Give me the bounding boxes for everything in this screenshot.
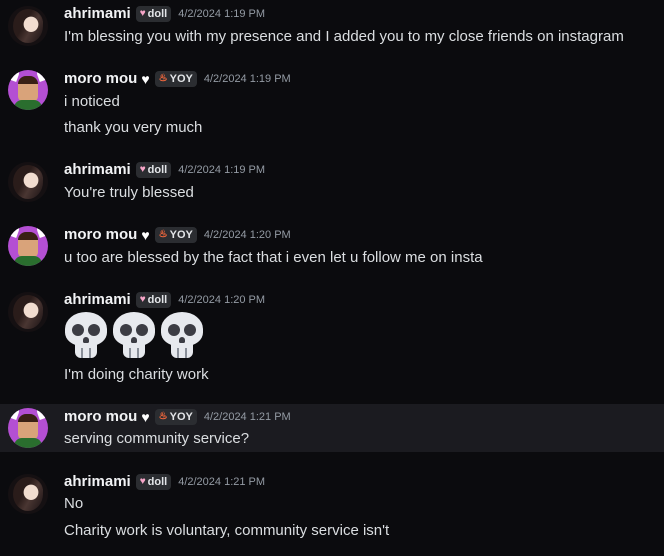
message-text: i noticed xyxy=(64,93,120,110)
role-tag[interactable]: ♨ YOY xyxy=(154,226,197,243)
timestamp: 4/2/2024 1:20 PM xyxy=(178,293,266,306)
message-text: I'm blessing you with my presence and I … xyxy=(64,28,624,45)
username[interactable]: moro mou xyxy=(64,70,137,87)
message-group[interactable]: moro mou ♥ ♨ YOY 4/2/2024 1:21 PM servin… xyxy=(0,404,664,452)
role-tag[interactable]: ♥ doll xyxy=(135,5,172,22)
message-group: ahrimami ♥ doll 4/2/2024 1:21 PM No Char… xyxy=(0,468,664,550)
timestamp: 4/2/2024 1:21 PM xyxy=(178,475,266,488)
skull-emoji xyxy=(160,312,204,360)
username[interactable]: ahrimami xyxy=(64,473,131,490)
fire-icon: ♨ xyxy=(158,229,168,240)
pink-heart-icon: ♥ xyxy=(139,294,146,305)
message-text: serving community service? xyxy=(64,430,250,447)
timestamp: 4/2/2024 1:19 PM xyxy=(178,7,266,20)
message-group: ahrimami ♥ doll 4/2/2024 1:19 PM You're … xyxy=(0,156,664,212)
role-tag[interactable]: ♨ YOY xyxy=(154,70,197,87)
message-group: moro mou ♥ ♨ YOY 4/2/2024 1:20 PM u too … xyxy=(0,220,664,276)
avatar-body xyxy=(14,100,42,110)
timestamp: 4/2/2024 1:21 PM xyxy=(203,410,291,423)
message-group: moro mou ♥ ♨ YOY 4/2/2024 1:19 PM i noti… xyxy=(0,64,664,144)
pink-heart-icon: ♥ xyxy=(139,476,146,487)
avatar[interactable] xyxy=(8,292,48,332)
username[interactable]: ahrimami xyxy=(64,5,131,22)
message-text: thank you very much xyxy=(64,119,203,136)
role-tag[interactable]: ♥ doll xyxy=(135,161,172,178)
message-text: No xyxy=(64,495,84,512)
username[interactable]: moro mou xyxy=(64,408,137,425)
timestamp: 4/2/2024 1:20 PM xyxy=(203,228,291,241)
message-group: ahrimami ♥ doll 4/2/2024 1:20 PM I'm doi… xyxy=(0,286,664,396)
message-text: You're truly blessed xyxy=(64,184,194,201)
pink-heart-icon: ♥ xyxy=(139,164,146,175)
white-heart-icon: ♥ xyxy=(141,70,150,87)
avatar-face xyxy=(18,232,38,258)
skull-emoji xyxy=(64,312,108,360)
avatar[interactable] xyxy=(8,70,48,110)
avatar[interactable] xyxy=(8,226,48,266)
message-text: Charity work is voluntary, community ser… xyxy=(64,522,390,539)
role-tag[interactable]: ♥ doll xyxy=(135,291,172,308)
message-text: u too are blessed by the fact that i eve… xyxy=(64,249,483,266)
message-text: I'm doing charity work xyxy=(64,366,209,383)
avatar[interactable] xyxy=(8,6,48,46)
avatar[interactable] xyxy=(8,162,48,202)
username[interactable]: moro mou xyxy=(64,226,137,243)
fire-icon: ♨ xyxy=(158,411,168,422)
fire-icon: ♨ xyxy=(158,73,168,84)
username[interactable]: ahrimami xyxy=(64,291,131,308)
timestamp: 4/2/2024 1:19 PM xyxy=(203,72,291,85)
emoji-row xyxy=(64,312,204,360)
message-group: ahrimami ♥ doll 4/2/2024 1:19 PM I'm ble… xyxy=(0,0,664,56)
white-heart-icon: ♥ xyxy=(141,408,150,425)
avatar[interactable] xyxy=(8,474,48,514)
pink-heart-icon: ♥ xyxy=(139,8,146,19)
role-tag[interactable]: ♨ YOY xyxy=(154,408,197,425)
avatar-body xyxy=(14,438,42,448)
role-tag[interactable]: ♥ doll xyxy=(135,473,172,490)
skull-emoji xyxy=(112,312,156,360)
avatar[interactable] xyxy=(8,408,48,448)
white-heart-icon: ♥ xyxy=(141,226,150,243)
timestamp: 4/2/2024 1:19 PM xyxy=(178,163,266,176)
avatar-face xyxy=(18,76,38,102)
username[interactable]: ahrimami xyxy=(64,161,131,178)
avatar-face xyxy=(18,414,38,440)
avatar-body xyxy=(14,256,42,266)
